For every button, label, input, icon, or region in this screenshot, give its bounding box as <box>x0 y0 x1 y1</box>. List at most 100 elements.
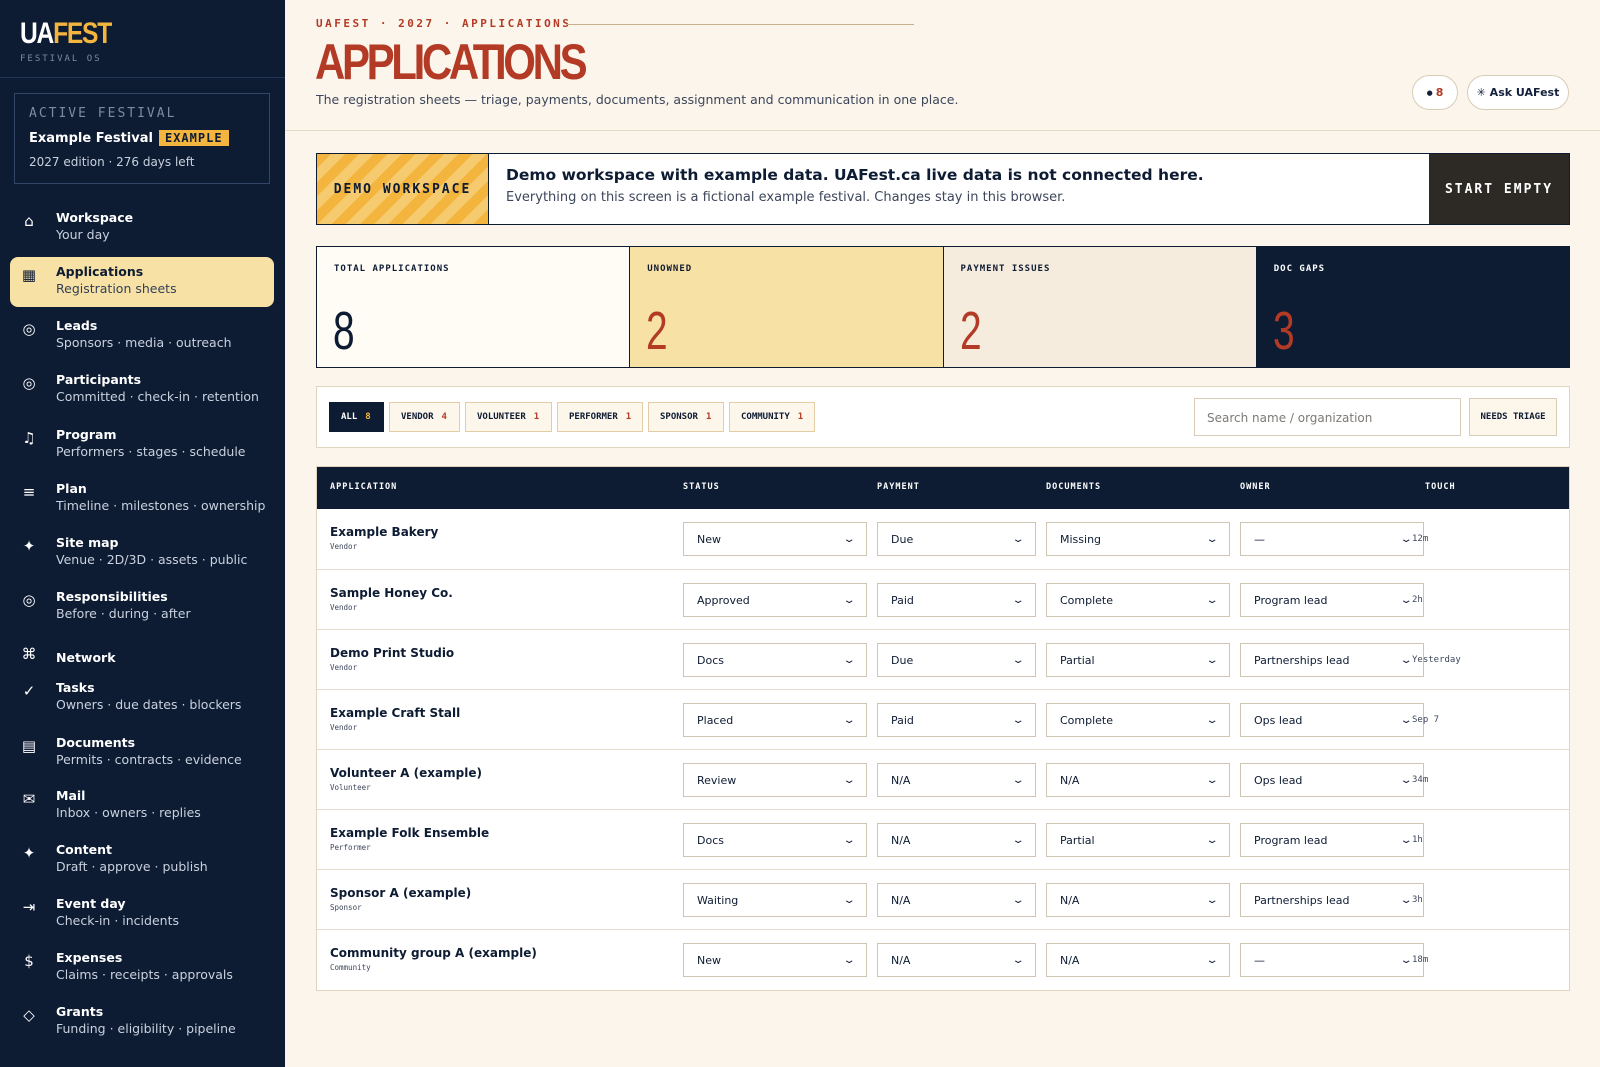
table-row[interactable]: Sample Honey Co. Vendor Approved ⌄ Paid ⌄ Com… <box>317 569 1569 629</box>
sidebar-item-title: Content <box>56 842 112 857</box>
sidebar-item-subtitle: Inbox · owners · replies <box>56 805 201 820</box>
owner-select[interactable]: Program lead ⌄ <box>1240 583 1424 617</box>
sidebar-item-title: Documents <box>56 735 136 750</box>
application-name[interactable]: Volunteer A (example) <box>330 766 482 780</box>
stat-card[interactable]: DOC GAPS 3 <box>1256 247 1569 367</box>
stat-card[interactable]: UNOWNED 2 <box>630 247 944 367</box>
active-festival-card[interactable]: ACTIVE FESTIVAL Example Festival EXAMPLE … <box>14 93 270 184</box>
documents-select[interactable]: Partial ⌄ <box>1046 823 1230 857</box>
column-header-touch[interactable]: TOUCH <box>1425 482 1456 492</box>
owner-select[interactable]: Ops lead ⌄ <box>1240 763 1424 797</box>
sidebar-item-title: Responsibilities <box>56 589 168 604</box>
table-row[interactable]: Example Craft Stall Vendor Placed ⌄ Paid ⌄ Co… <box>317 689 1569 749</box>
sidebar-item-program[interactable]: ♫ Program Performers · stages · schedule <box>10 420 274 470</box>
sidebar-item-title: Leads <box>56 318 98 333</box>
sidebar-item-title: Participants <box>56 372 142 387</box>
column-header-owner[interactable]: OWNER <box>1240 482 1271 492</box>
filter-chip-performer[interactable]: PERFORMER 1 <box>557 402 643 432</box>
owner-select[interactable]: Program lead ⌄ <box>1240 823 1424 857</box>
application-name[interactable]: Community group A (example) <box>330 946 537 960</box>
status-select[interactable]: New ⌄ <box>683 943 867 977</box>
filter-chip-all[interactable]: ALL 8 <box>329 402 384 432</box>
stat-card[interactable]: PAYMENT ISSUES 2 <box>943 247 1257 367</box>
sidebar-item-mail[interactable]: ✉ Mail Inbox · owners · replies <box>10 781 274 831</box>
payment-select[interactable]: N/A ⌄ <box>877 883 1036 917</box>
filter-chip-community[interactable]: COMMUNITY 1 <box>729 402 815 432</box>
application-name[interactable]: Example Bakery <box>330 525 438 539</box>
application-name[interactable]: Sample Honey Co. <box>330 586 453 600</box>
status-select[interactable]: Review ⌄ <box>683 763 867 797</box>
brand[interactable]: UAFEST FESTIVAL OS <box>20 16 131 64</box>
filter-chip-sponsor[interactable]: SPONSOR 1 <box>648 402 724 432</box>
search-input[interactable]: Search name / organization <box>1194 398 1461 436</box>
sidebar-item-applications[interactable]: ▦ Applications Registration sheets <box>10 257 274 307</box>
filter-chip-vendor[interactable]: VENDOR 4 <box>389 402 460 432</box>
column-header-application[interactable]: APPLICATION <box>330 482 397 492</box>
status-select[interactable]: Docs ⌄ <box>683 643 867 677</box>
status-select[interactable]: Approved ⌄ <box>683 583 867 617</box>
stat-label: DOC GAPS <box>1273 264 1326 274</box>
table-row[interactable]: Demo Print Studio Vendor Docs ⌄ Due ⌄ Partial… <box>317 629 1569 689</box>
payment-select[interactable]: Paid ⌄ <box>877 703 1036 737</box>
application-name[interactable]: Example Folk Ensemble <box>330 826 489 840</box>
status-select[interactable]: New ⌄ <box>683 522 867 556</box>
application-name[interactable]: Sponsor A (example) <box>330 886 471 900</box>
column-header-status[interactable]: STATUS <box>683 482 720 492</box>
filter-chip-volunteer[interactable]: VOLUNTEER 1 <box>465 402 552 432</box>
application-name[interactable]: Example Craft Stall <box>330 706 460 720</box>
start-empty-button[interactable]: START EMPTY <box>1429 154 1569 224</box>
payment-select[interactable]: Due ⌄ <box>877 643 1036 677</box>
sidebar-item-leads[interactable]: ◎ Leads Sponsors · media · outreach <box>10 311 274 361</box>
table-row[interactable]: Community group A (example) Community New… <box>317 929 1569 989</box>
chevron-down-icon: ⌄ <box>1399 594 1413 606</box>
documents-value: N/A <box>1060 773 1080 787</box>
column-header-payment[interactable]: PAYMENT <box>877 482 920 492</box>
ask-uafest-button[interactable]: ✳ Ask UAFest <box>1467 75 1569 110</box>
chip-label: VENDOR <box>401 412 434 422</box>
sidebar-item-content[interactable]: ✦ Content Draft · approve · publish <box>10 835 274 885</box>
payment-value: N/A <box>891 953 911 967</box>
sidebar-item-tasks[interactable]: ✓ Tasks Owners · due dates · blockers <box>10 673 274 723</box>
sidebar-item-workspace[interactable]: ⌂ Workspace Your day <box>10 203 274 253</box>
owner-select[interactable]: Partnerships lead ⌄ <box>1240 883 1424 917</box>
needs-triage-button[interactable]: NEEDS TRIAGE <box>1469 398 1557 436</box>
notification-count-button[interactable]: ● 8 <box>1412 75 1458 110</box>
payment-select[interactable]: N/A ⌄ <box>877 943 1036 977</box>
sidebar-item-participants[interactable]: ◎ Participants Committed · check-in · re… <box>10 365 274 415</box>
sidebar-item-responsibilities[interactable]: ◎ Responsibilities Before · during · aft… <box>10 582 274 632</box>
payment-select[interactable]: N/A ⌄ <box>877 823 1036 857</box>
sidebar-item-event-day[interactable]: ⇥ Event day Check-in · incidents <box>10 889 274 939</box>
documents-select[interactable]: Missing ⌄ <box>1046 522 1230 556</box>
owner-select[interactable]: Partnerships lead ⌄ <box>1240 643 1424 677</box>
table-row[interactable]: Sponsor A (example) Sponsor Waiting ⌄ N/A ⌄ N… <box>317 869 1569 929</box>
documents-select[interactable]: Partial ⌄ <box>1046 643 1230 677</box>
owner-select[interactable]: — ⌄ <box>1240 522 1424 556</box>
owner-select[interactable]: Ops lead ⌄ <box>1240 703 1424 737</box>
status-select[interactable]: Waiting ⌄ <box>683 883 867 917</box>
festival-meta: 2027 edition · 276 days left <box>29 155 195 169</box>
table-row[interactable]: Volunteer A (example) Volunteer Review ⌄ N/… <box>317 749 1569 809</box>
table-row[interactable]: Example Folk Ensemble Performer Docs ⌄ N/A ⌄… <box>317 809 1569 869</box>
owner-select[interactable]: — ⌄ <box>1240 943 1424 977</box>
sidebar-item-grants[interactable]: ◇ Grants Funding · eligibility · pipelin… <box>10 997 274 1047</box>
sidebar-item-documents[interactable]: ▤ Documents Permits · contracts · eviden… <box>10 728 274 778</box>
payment-select[interactable]: N/A ⌄ <box>877 763 1036 797</box>
stat-card[interactable]: TOTAL APPLICATIONS 8 <box>317 247 631 367</box>
documents-select[interactable]: Complete ⌄ <box>1046 703 1230 737</box>
table-row[interactable]: Example Bakery Vendor New ⌄ Due ⌄ Missing ⌄ — ⌄ 1… <box>317 509 1569 569</box>
documents-select[interactable]: N/A ⌄ <box>1046 883 1230 917</box>
status-select[interactable]: Docs ⌄ <box>683 823 867 857</box>
status-select[interactable]: Placed ⌄ <box>683 703 867 737</box>
touch-time: 2h <box>1412 595 1423 605</box>
payment-select[interactable]: Paid ⌄ <box>877 583 1036 617</box>
documents-select[interactable]: N/A ⌄ <box>1046 763 1230 797</box>
sidebar-item-expenses[interactable]: $ Expenses Claims · receipts · approvals <box>10 943 274 993</box>
column-header-documents[interactable]: DOCUMENTS <box>1046 482 1101 492</box>
payment-select[interactable]: Due ⌄ <box>877 522 1036 556</box>
payment-value: N/A <box>891 893 911 907</box>
documents-select[interactable]: Complete ⌄ <box>1046 583 1230 617</box>
documents-select[interactable]: N/A ⌄ <box>1046 943 1230 977</box>
sidebar-item-plan[interactable]: ≡ Plan Timeline · milestones · ownership <box>10 474 274 524</box>
sidebar-item-site-map[interactable]: ✦ Site map Venue · 2D/3D · assets · publ… <box>10 528 274 578</box>
application-name[interactable]: Demo Print Studio <box>330 646 454 660</box>
